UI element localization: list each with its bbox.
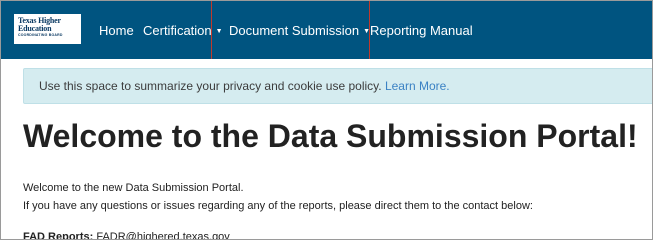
nav-certification[interactable]: Certification ▼	[143, 23, 223, 38]
main-content: Use this space to summarize your privacy…	[1, 59, 652, 239]
chevron-down-icon: ▼	[363, 28, 370, 35]
cookie-policy-alert: Use this space to summarize your privacy…	[23, 68, 652, 104]
top-navbar: Texas Higher Education COORDINATING BOAR…	[1, 1, 652, 59]
nav-home[interactable]: Home	[99, 23, 134, 38]
cookie-policy-text: Use this space to summarize your privacy…	[39, 79, 382, 93]
nav-reporting-manual-label: Reporting Manual	[370, 23, 473, 38]
logo-text-line2: Education	[18, 24, 52, 33]
nav-document-submission[interactable]: Document Submission ▼	[229, 23, 370, 38]
page-title: Welcome to the Data Submission Portal!	[23, 118, 638, 154]
nav-reporting-manual[interactable]: Reporting Manual	[370, 23, 473, 38]
page-frame: Texas Higher Education COORDINATING BOAR…	[0, 0, 653, 240]
help-text: If you have any questions or issues rega…	[23, 200, 533, 212]
contact-email[interactable]: FADR@highered.texas.gov	[96, 231, 229, 239]
logo-text-line3: COORDINATING BOARD	[18, 33, 63, 37]
nav-certification-label: Certification	[143, 23, 212, 38]
chevron-down-icon: ▼	[215, 28, 223, 35]
welcome-text: Welcome to the new Data Submission Porta…	[23, 182, 244, 194]
nav-home-label: Home	[99, 23, 134, 38]
nav-document-submission-label: Document Submission	[229, 23, 360, 38]
contact-label: FAD Reports:	[23, 231, 94, 240]
thecb-logo[interactable]: Texas Higher Education COORDINATING BOAR…	[14, 14, 81, 44]
learn-more-link[interactable]: Learn More.	[385, 79, 450, 93]
contact-line: FAD Reports: FADR@highered.texas.gov	[23, 231, 230, 240]
